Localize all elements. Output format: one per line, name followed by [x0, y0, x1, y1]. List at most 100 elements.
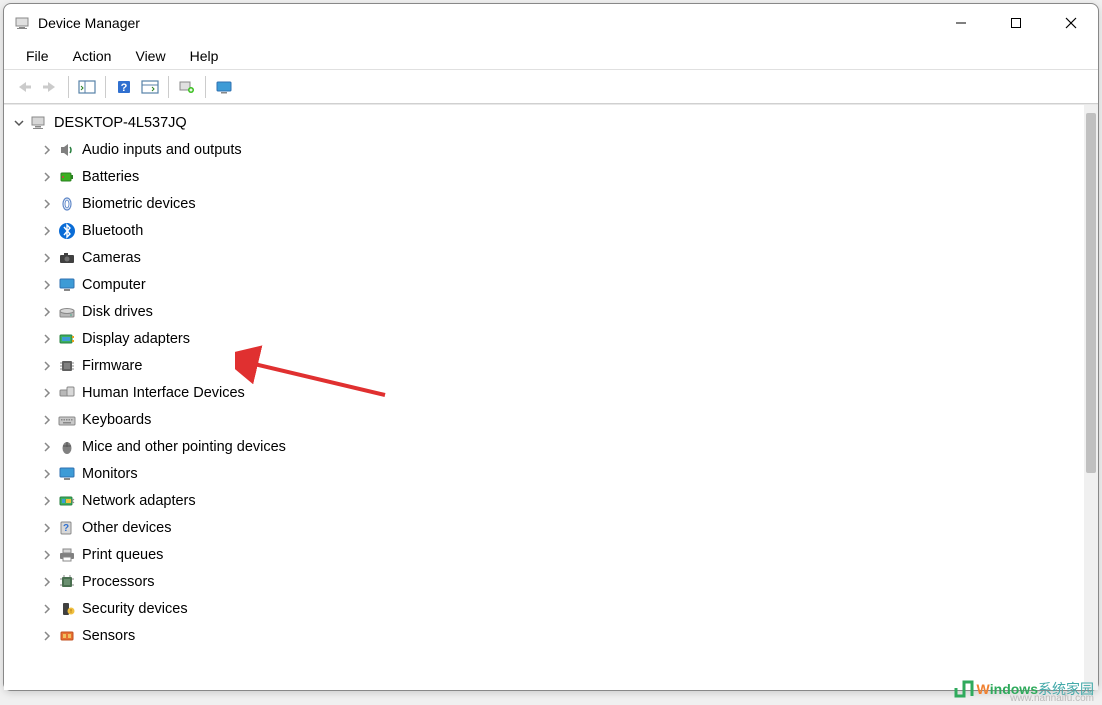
fingerprint-icon	[58, 195, 76, 213]
computer-icon	[30, 114, 48, 132]
tree-node-computer[interactable]: Computer	[12, 271, 1084, 298]
tree-node-firmware[interactable]: Firmware	[12, 352, 1084, 379]
cpu-icon	[58, 573, 76, 591]
app-icon	[14, 15, 30, 31]
expander-closed-icon[interactable]	[40, 359, 54, 373]
keyboard-icon	[58, 411, 76, 429]
menu-action[interactable]: Action	[63, 45, 122, 67]
tree-node-label: Firmware	[82, 358, 142, 374]
scan-hardware-button[interactable]	[175, 75, 199, 99]
expander-closed-icon[interactable]	[40, 305, 54, 319]
bluetooth-icon	[58, 222, 76, 240]
monitor-icon	[58, 276, 76, 294]
window-title: Device Manager	[38, 15, 933, 31]
network-icon	[58, 492, 76, 510]
tree-root-computer[interactable]: DESKTOP-4L537JQ	[12, 109, 1084, 136]
monitor-button[interactable]	[212, 75, 236, 99]
tree-node-label: Audio inputs and outputs	[82, 142, 242, 158]
maximize-button[interactable]	[988, 4, 1043, 42]
expander-closed-icon[interactable]	[40, 278, 54, 292]
close-button[interactable]	[1043, 4, 1098, 42]
expander-closed-icon[interactable]	[40, 494, 54, 508]
titlebar[interactable]: Device Manager	[4, 4, 1098, 42]
tree-node-sensors[interactable]: Sensors	[12, 622, 1084, 649]
tree-node-label: Security devices	[82, 601, 188, 617]
tree-node-label: Monitors	[82, 466, 138, 482]
tree-node-label: Biometric devices	[82, 196, 196, 212]
device-manager-window: Device Manager File Action View Help	[3, 3, 1099, 691]
expander-closed-icon[interactable]	[40, 143, 54, 157]
expander-closed-icon[interactable]	[40, 224, 54, 238]
display-adapter-icon	[58, 330, 76, 348]
tree-node-hid[interactable]: Human Interface Devices	[12, 379, 1084, 406]
watermark: Windows系统家园 www.nannaifu.com	[953, 678, 1094, 700]
tree-node-other-devices[interactable]: ? Other devices	[12, 514, 1084, 541]
tree-node-mice[interactable]: Mice and other pointing devices	[12, 433, 1084, 460]
window-controls	[933, 4, 1098, 42]
expander-open-icon[interactable]	[12, 116, 26, 130]
minimize-button[interactable]	[933, 4, 988, 42]
toolbar-separator	[68, 76, 69, 98]
tree-node-disk-drives[interactable]: Disk drives	[12, 298, 1084, 325]
properties-button[interactable]	[138, 75, 162, 99]
menu-help[interactable]: Help	[180, 45, 229, 67]
expander-closed-icon[interactable]	[40, 440, 54, 454]
expander-closed-icon[interactable]	[40, 332, 54, 346]
security-icon	[58, 600, 76, 618]
tree-node-label: Bluetooth	[82, 223, 143, 239]
chip-icon	[58, 357, 76, 375]
expander-closed-icon[interactable]	[40, 251, 54, 265]
vertical-scrollbar[interactable]	[1084, 105, 1098, 690]
expander-closed-icon[interactable]	[40, 602, 54, 616]
tree-node-print-queues[interactable]: Print queues	[12, 541, 1084, 568]
expander-closed-icon[interactable]	[40, 413, 54, 427]
hid-icon	[58, 384, 76, 402]
tree-node-keyboards[interactable]: Keyboards	[12, 406, 1084, 433]
expander-closed-icon[interactable]	[40, 386, 54, 400]
tree-node-monitors[interactable]: Monitors	[12, 460, 1084, 487]
tree-node-label: Mice and other pointing devices	[82, 439, 286, 455]
tree-node-label: Sensors	[82, 628, 135, 644]
device-tree[interactable]: DESKTOP-4L537JQ Audio inputs and outputs…	[4, 105, 1084, 690]
tree-node-audio[interactable]: Audio inputs and outputs	[12, 136, 1084, 163]
tree-node-batteries[interactable]: Batteries	[12, 163, 1084, 190]
menubar: File Action View Help	[4, 42, 1098, 70]
speaker-icon	[58, 141, 76, 159]
content-area: DESKTOP-4L537JQ Audio inputs and outputs…	[4, 104, 1098, 690]
tree-node-network[interactable]: Network adapters	[12, 487, 1084, 514]
tree-node-label: Processors	[82, 574, 155, 590]
tree-node-bluetooth[interactable]: Bluetooth	[12, 217, 1084, 244]
printer-icon	[58, 546, 76, 564]
svg-text:?: ?	[63, 523, 69, 534]
tree-node-security-devices[interactable]: Security devices	[12, 595, 1084, 622]
disk-icon	[58, 303, 76, 321]
help-button[interactable]: ?	[112, 75, 136, 99]
show-hide-tree-button[interactable]	[75, 75, 99, 99]
svg-text:?: ?	[121, 82, 128, 94]
menu-view[interactable]: View	[125, 45, 175, 67]
expander-closed-icon[interactable]	[40, 467, 54, 481]
tree-node-cameras[interactable]: Cameras	[12, 244, 1084, 271]
back-button[interactable]	[12, 75, 36, 99]
battery-icon	[58, 168, 76, 186]
menu-file[interactable]: File	[16, 45, 59, 67]
expander-closed-icon[interactable]	[40, 575, 54, 589]
tree-node-label: Display adapters	[82, 331, 190, 347]
scrollbar-thumb[interactable]	[1086, 113, 1096, 473]
unknown-device-icon: ?	[58, 519, 76, 537]
expander-closed-icon[interactable]	[40, 629, 54, 643]
tree-node-biometric[interactable]: Biometric devices	[12, 190, 1084, 217]
tree-node-display-adapters[interactable]: Display adapters	[12, 325, 1084, 352]
expander-closed-icon[interactable]	[40, 170, 54, 184]
tree-node-label: Network adapters	[82, 493, 196, 509]
toolbar-separator	[205, 76, 206, 98]
expander-closed-icon[interactable]	[40, 197, 54, 211]
sensor-icon	[58, 627, 76, 645]
tree-node-processors[interactable]: Processors	[12, 568, 1084, 595]
expander-closed-icon[interactable]	[40, 521, 54, 535]
tree-node-label: Disk drives	[82, 304, 153, 320]
tree-root-label: DESKTOP-4L537JQ	[54, 115, 187, 131]
expander-closed-icon[interactable]	[40, 548, 54, 562]
forward-button[interactable]	[38, 75, 62, 99]
camera-icon	[58, 249, 76, 267]
